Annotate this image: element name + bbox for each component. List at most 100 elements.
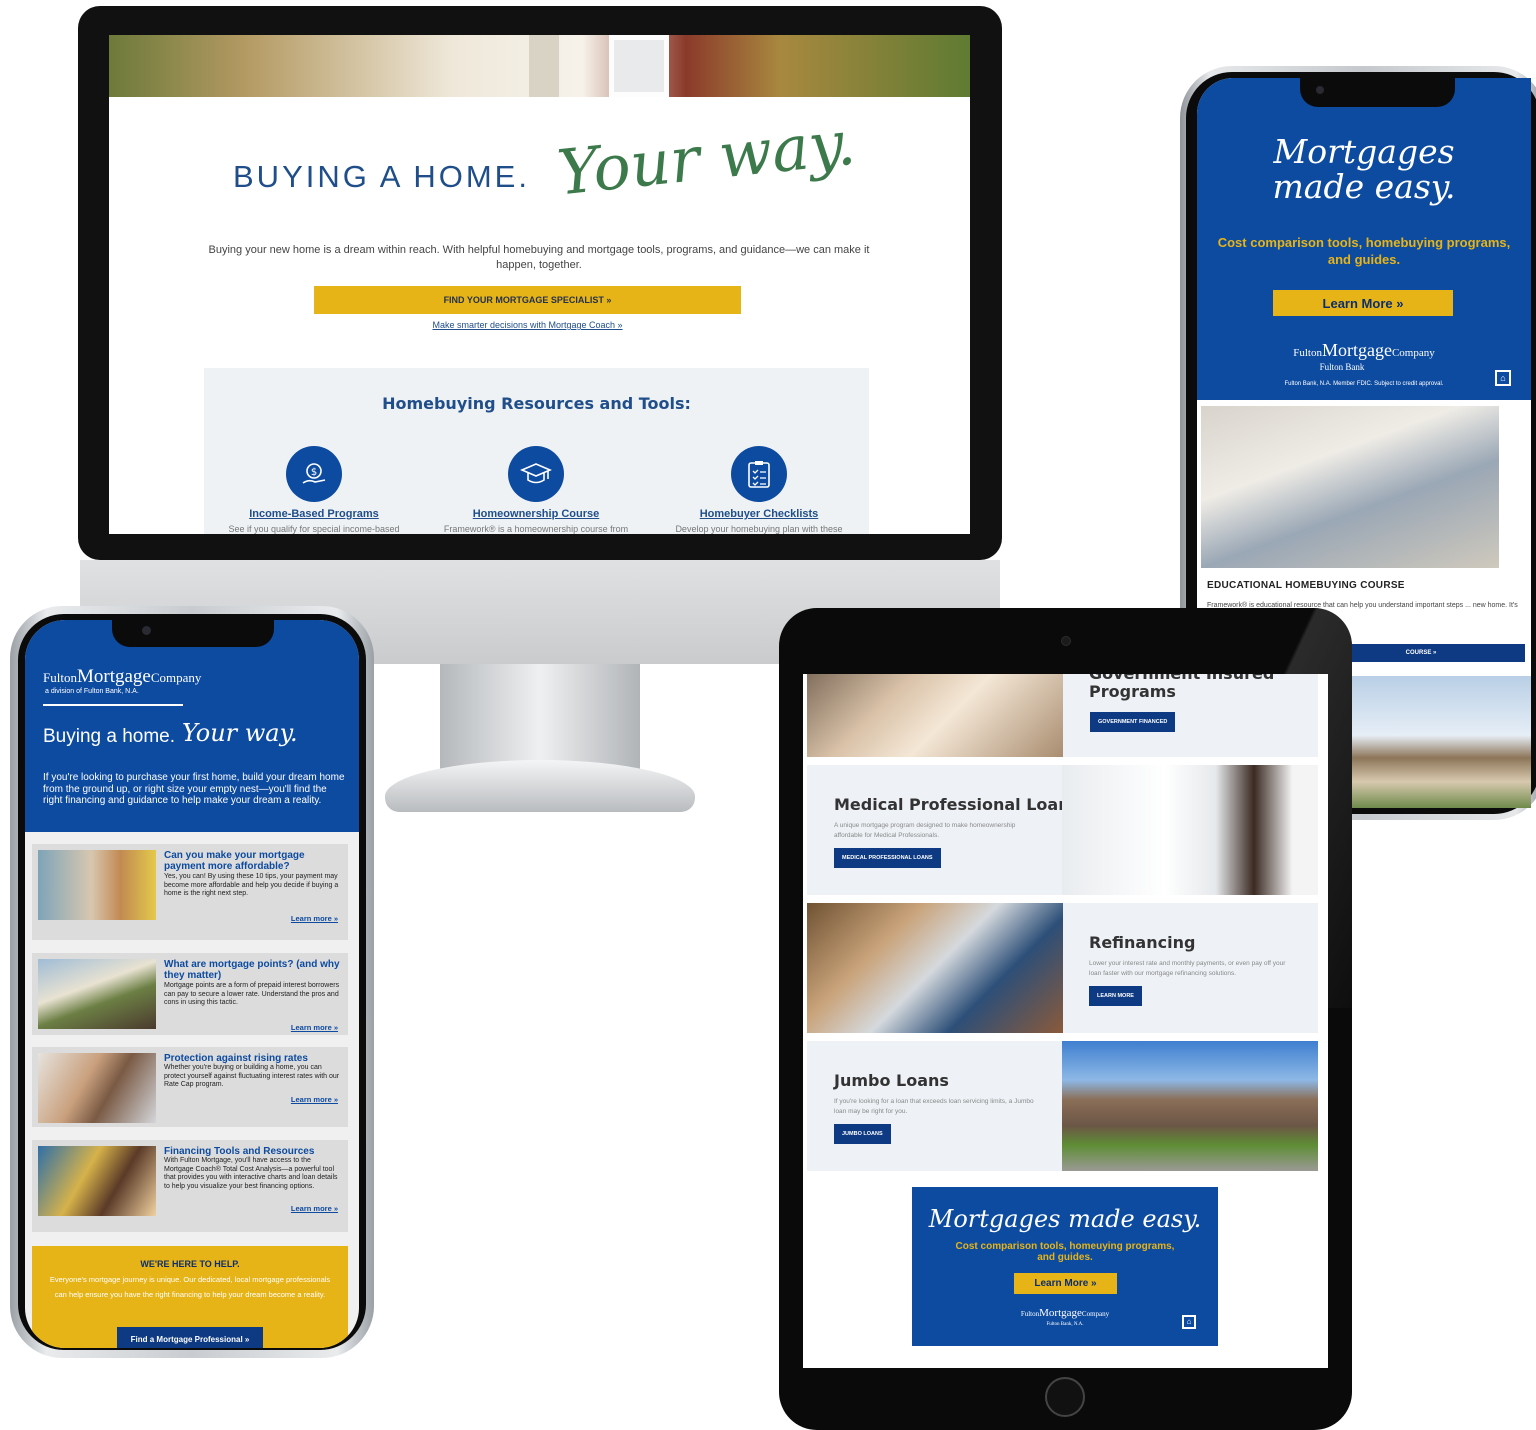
tool-desc: Develop your homebuying plan with these <box>675 524 843 534</box>
desktop-intro: Buying your new home is a dream within r… <box>208 244 870 271</box>
course-button-label: COURSE » <box>1405 650 1437 656</box>
tool-label[interactable]: Income-Based Programs <box>209 508 419 520</box>
learn-more-link[interactable]: Learn more » <box>291 1095 338 1104</box>
card-title[interactable]: Protection against rising rates <box>164 1053 340 1064</box>
card-title[interactable]: Financing Tools and Resources <box>164 1146 340 1157</box>
loan-text: Lower your interest rate and monthly pay… <box>1089 960 1286 977</box>
article-card: Protection against rising rates Whether … <box>32 1047 348 1127</box>
card-text: With Fulton Mortgage, you'll have access… <box>164 1157 338 1190</box>
intro-text: If you're looking to purchase your first… <box>43 772 345 807</box>
medical-professional-loans-button[interactable]: MEDICAL PROFESSIONAL LOANS <box>834 848 941 868</box>
logo-suffix: Company <box>1081 1310 1110 1318</box>
handshake-photo <box>807 674 1063 757</box>
tool-label[interactable]: Homeownership Course <box>431 508 641 520</box>
tool-desc: See if you qualify for special income-ba… <box>228 524 400 534</box>
logo-prefix: Fulton <box>43 670 77 685</box>
mortgages-made-easy-banner: Mortgages made easy. Cost comparison too… <box>1197 78 1531 400</box>
equal-housing-icon: ⌂ <box>1495 370 1511 386</box>
logo-subtitle: Fulton Bank <box>1319 362 1365 372</box>
monitor-stand-base <box>385 760 695 812</box>
camera-icon <box>1061 636 1071 646</box>
script-line-2: made easy. <box>1272 167 1456 206</box>
loan-row-refinancing: Refinancing Lower your interest rate and… <box>807 903 1318 1033</box>
divider <box>43 704 183 706</box>
fulton-mortgage-logo: FultonMortgageCompany <box>912 1307 1218 1319</box>
logo-subtitle: Fulton Bank, N.A. <box>1046 1322 1084 1327</box>
tool-homebuyer-checklists[interactable]: Homebuyer Checklists Develop your homebu… <box>654 446 864 534</box>
tool-homeownership-course[interactable]: Homeownership Course Framework® is a hom… <box>431 446 641 534</box>
card-title[interactable]: Can you make your mortgage payment more … <box>164 850 340 872</box>
banner-script-heading: Mortgages made easy. <box>1197 134 1531 204</box>
desktop-screen: BUYING A HOME. Your way. Buying your new… <box>109 35 970 534</box>
card-text: Whether you're buying or building a home… <box>164 1064 340 1089</box>
couple-laptop-photo <box>38 850 156 920</box>
couple-on-floor-photo <box>1201 406 1499 568</box>
resources-section: Homebuying Resources and Tools: $ Income… <box>204 368 869 534</box>
headline: Buying a home. <box>43 726 176 747</box>
course-title: EDUCATIONAL HOMEBUYING COURSE <box>1207 580 1405 591</box>
loan-row-medical: Medical Professional Loans A unique mort… <box>807 765 1318 895</box>
logo-main: Mortgage <box>1039 1307 1082 1319</box>
card-text: Yes, you can! By using these 10 tips, yo… <box>164 873 339 898</box>
logo-prefix: Fulton <box>1293 347 1322 359</box>
loan-title: Jumbo Loans <box>834 1071 949 1090</box>
graduation-cap-icon <box>508 446 564 502</box>
large-house-photo <box>1062 1041 1318 1171</box>
fulton-mortgage-logo: FultonMortgageCompany <box>1197 340 1531 361</box>
laptop-hands-photo <box>807 903 1063 1033</box>
logo-prefix: Fulton <box>1020 1310 1040 1318</box>
tool-income-based-programs[interactable]: $ Income-Based Programs See if you quali… <box>209 446 419 534</box>
help-section: WE'RE HERE TO HELP. Everyone's mortgage … <box>32 1246 348 1348</box>
logo-main: Mortgage <box>1321 340 1392 360</box>
family-with-keys-photo <box>38 1053 156 1123</box>
loan-title: Refinancing <box>1089 933 1196 952</box>
learn-more-link[interactable]: Learn more » <box>291 1204 338 1213</box>
learn-more-link[interactable]: Learn more » <box>291 1023 338 1032</box>
resources-title: Homebuying Resources and Tools: <box>382 394 691 413</box>
legal-text: Fulton Bank, N.A. Member FDIC. Subject t… <box>1284 381 1444 387</box>
loan-title: Government Insured Programs <box>1089 674 1274 701</box>
card-text: Mortgage points are a form of prepaid in… <box>164 982 340 1007</box>
logo-subtitle: a division of Fulton Bank, N.A. <box>45 688 139 695</box>
article-card: Financing Tools and Resources With Fulto… <box>32 1140 348 1232</box>
desktop-title-script: Your way. <box>554 105 859 210</box>
tablet-screen: Government Insured Programs GOVERNMENT F… <box>803 674 1328 1368</box>
mortgage-coach-link[interactable]: Make smarter decisions with Mortgage Coa… <box>309 320 746 330</box>
banner-script-heading: Mortgages made easy. <box>928 1205 1202 1233</box>
government-financed-button[interactable]: GOVERNMENT FINANCED <box>1090 712 1176 732</box>
logo-suffix: Company <box>1391 347 1435 359</box>
loan-row-government: Government Insured Programs GOVERNMENT F… <box>807 674 1318 757</box>
jumbo-loans-button[interactable]: JUMBO LOANS <box>834 1124 891 1144</box>
camera-icon <box>142 626 151 635</box>
tool-desc: Framework® is a homeownership course fro… <box>443 524 629 534</box>
learn-more-button[interactable]: LEARN MORE <box>1089 986 1142 1006</box>
banner-subheading: Cost comparison tools, homebuying progra… <box>1217 235 1511 267</box>
headline-script: Your way. <box>182 719 298 747</box>
desktop-title: BUYING A HOME. <box>233 159 530 194</box>
script-line-1: Mortgages <box>1273 132 1455 171</box>
help-title: WE'RE HERE TO HELP. <box>140 1259 240 1269</box>
left-phone-screen: FultonMortgageCompany a division of Fult… <box>25 620 359 1348</box>
loan-title: Medical Professional Loans <box>834 795 1080 814</box>
left-phone-notch <box>112 615 274 647</box>
find-mortgage-specialist-button[interactable]: FIND YOUR MORTGAGE SPECIALIST » <box>314 286 741 314</box>
learn-more-link[interactable]: Learn more » <box>291 914 338 923</box>
woman-laptop-photo <box>38 1146 156 1216</box>
loan-text: If you're looking for a loan that exceed… <box>834 1098 1034 1115</box>
logo-main: Mortgage <box>76 666 151 687</box>
loan-text: A unique mortgage program designed to ma… <box>834 822 1016 839</box>
article-card: Can you make your mortgage payment more … <box>32 844 348 940</box>
find-mortgage-professional-button[interactable]: Find a Mortgage Professional » <box>117 1327 263 1348</box>
hero-window <box>529 35 559 97</box>
logo-suffix: Company <box>150 670 202 685</box>
svg-text:$: $ <box>311 467 317 478</box>
home-button[interactable] <box>1045 1377 1085 1417</box>
mortgages-made-easy-banner: Mortgages made easy. Cost comparison too… <box>912 1187 1218 1346</box>
learn-more-button[interactable]: Learn More » <box>1273 290 1453 316</box>
learn-more-button[interactable]: Learn More » <box>1014 1273 1117 1294</box>
money-hand-icon: $ <box>286 446 342 502</box>
card-title[interactable]: What are mortgage points? (and why they … <box>164 959 340 981</box>
clipboard-checklist-icon <box>731 446 787 502</box>
tool-label[interactable]: Homebuyer Checklists <box>654 508 864 520</box>
camera-icon <box>1316 86 1324 94</box>
